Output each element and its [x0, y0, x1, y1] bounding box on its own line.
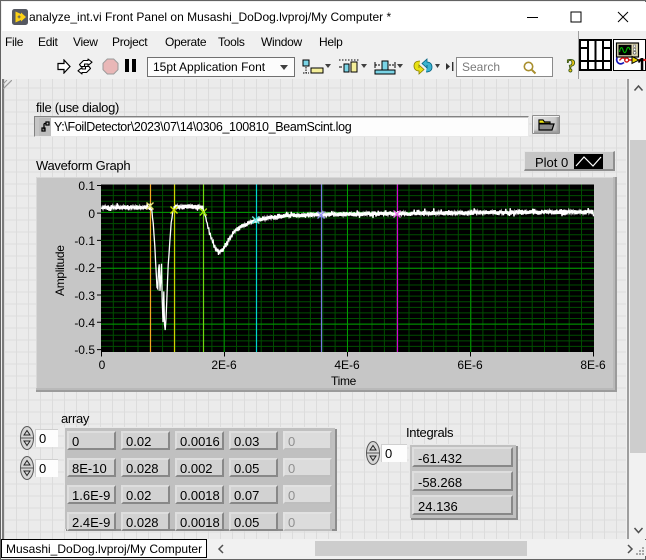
svg-text:?: ? [566, 56, 576, 77]
